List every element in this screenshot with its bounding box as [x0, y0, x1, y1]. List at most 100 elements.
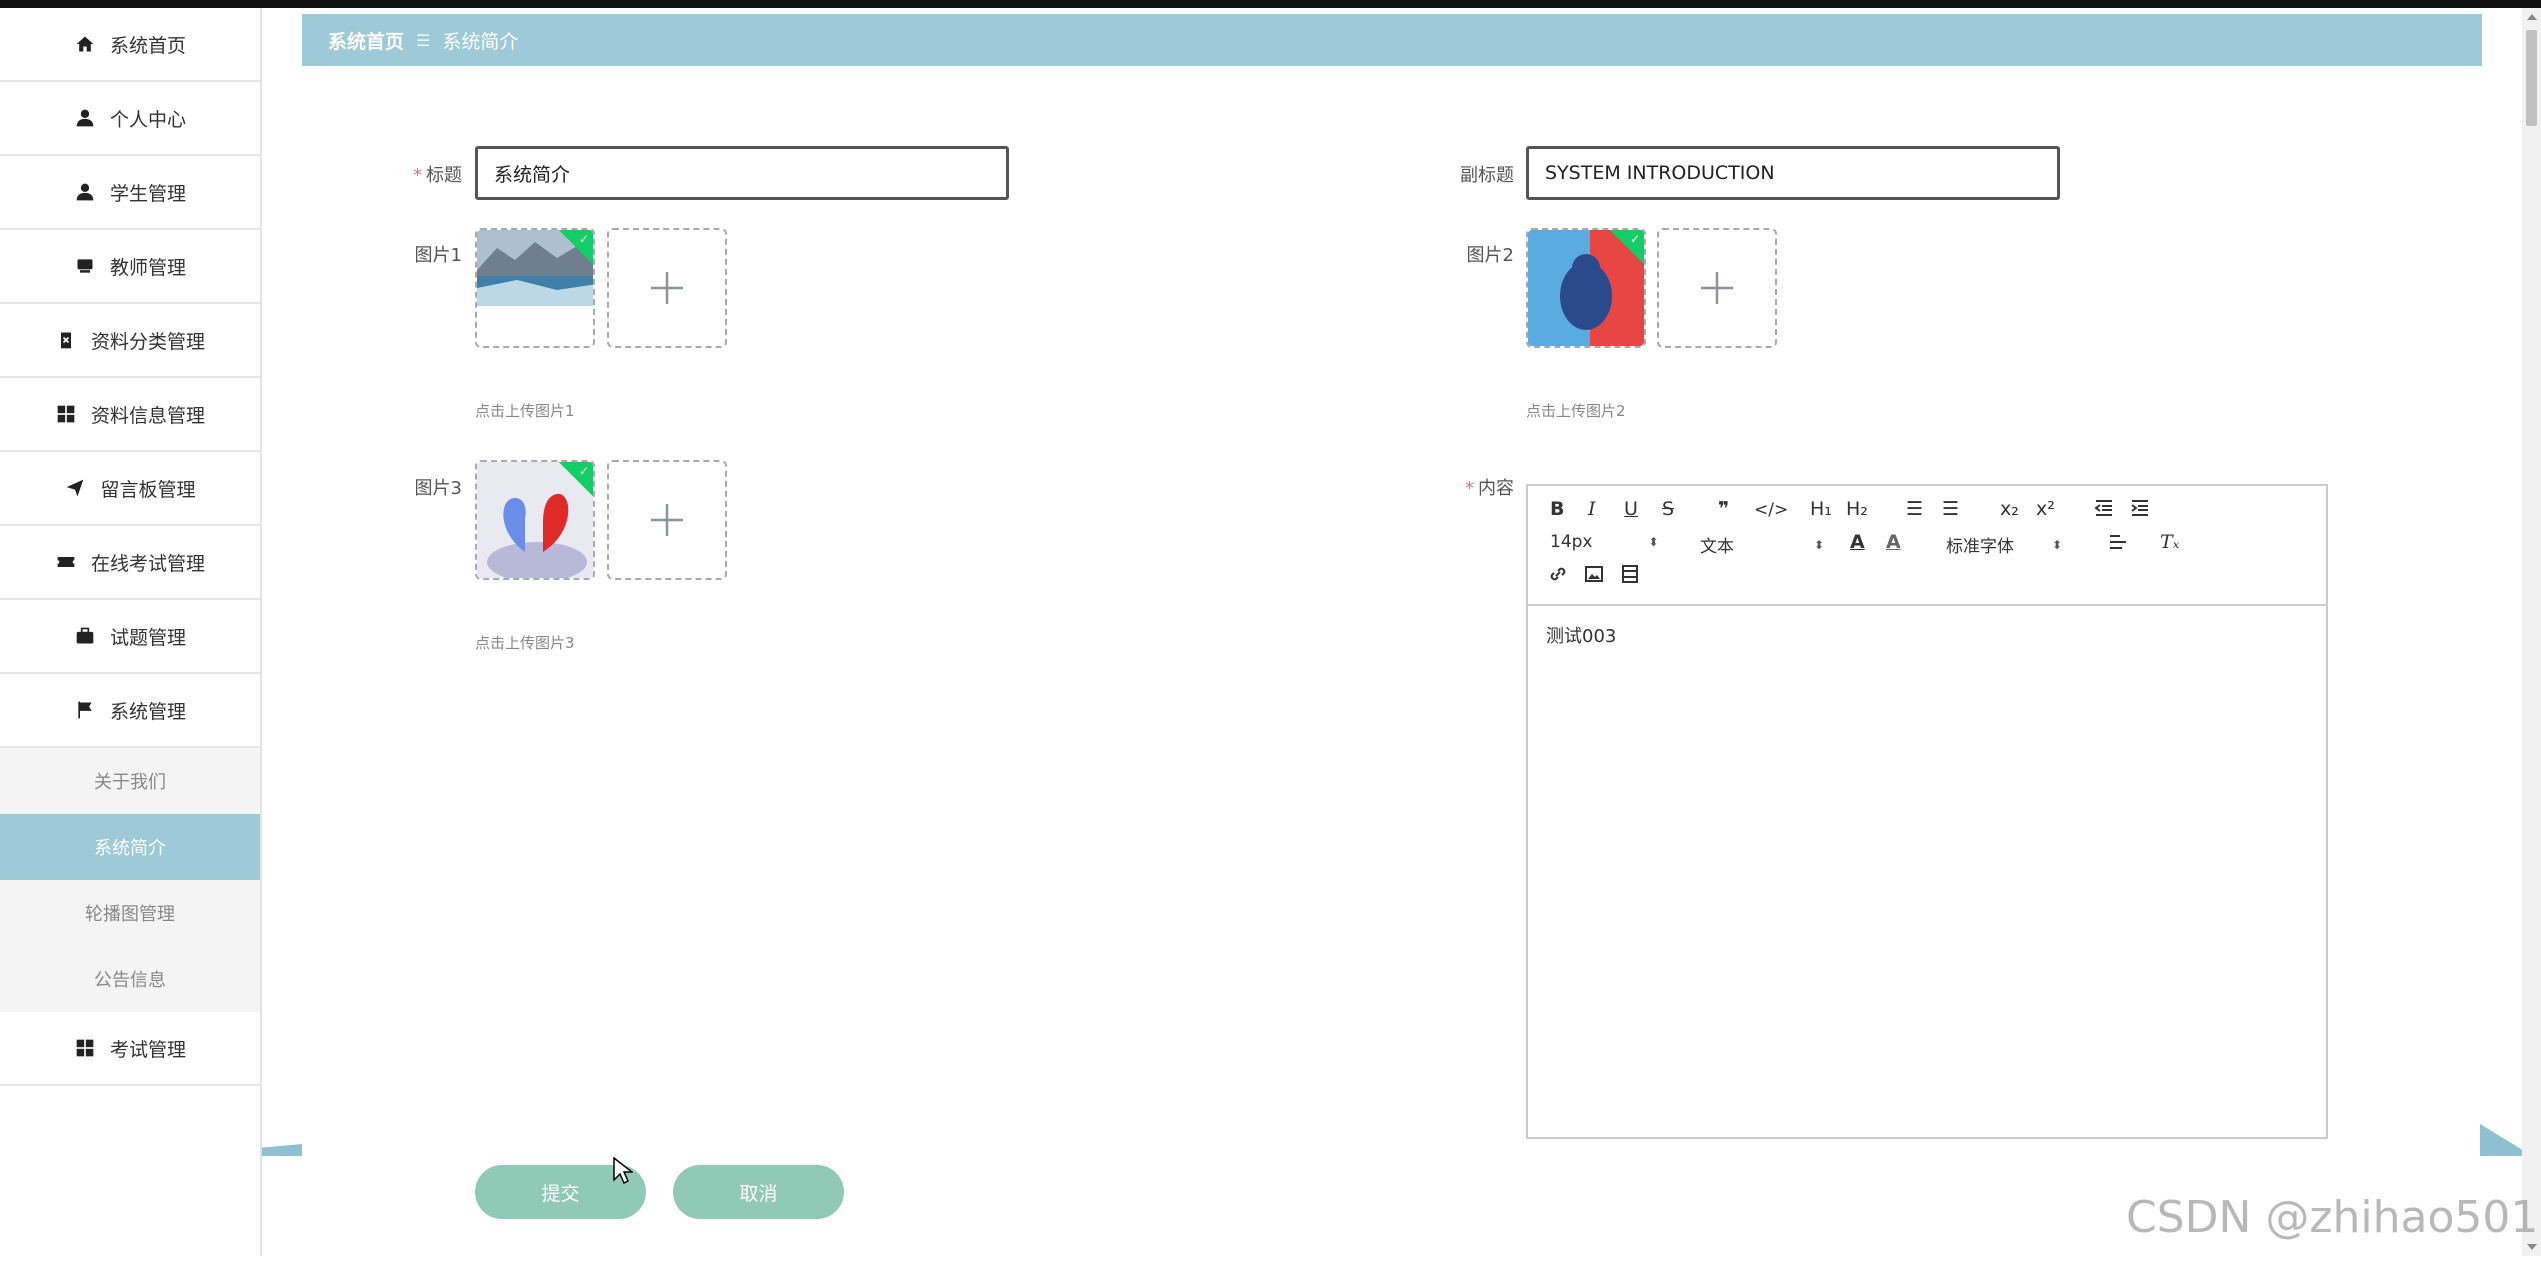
briefcase-icon	[74, 625, 96, 647]
video-icon[interactable]	[1620, 564, 1640, 584]
sidebar-item-message-board[interactable]: 留言板管理	[0, 452, 260, 526]
check-icon: ✓	[578, 464, 589, 478]
title-label-text: 标题	[426, 165, 462, 186]
breadcrumb: 系统首页 ☰ 系统简介	[302, 14, 2482, 66]
watermark-text: CSDN @zhihao501	[2126, 1192, 2539, 1243]
header-2-button[interactable]: H₂	[1846, 498, 1868, 520]
image-icon[interactable]	[1584, 564, 1604, 584]
decorative-shape	[262, 1144, 302, 1156]
sidebar-item-students[interactable]: 学生管理	[0, 156, 260, 230]
editor-toolbar: B I U S ❞ </> H₁ H₂ ☰ ☰ x₂ x² 14px ⬍ 文本 ⬍ …	[1528, 486, 2326, 606]
sidebar-subitem-announcements[interactable]: 公告信息	[0, 946, 260, 1012]
user-icon	[74, 181, 96, 203]
sidebar-item-material-info[interactable]: 资料信息管理	[0, 378, 260, 452]
subtitle-input[interactable]	[1526, 146, 2060, 200]
indent-icon[interactable]	[2130, 498, 2150, 518]
select-arrows-icon: ⬍	[2052, 537, 2063, 552]
title-input[interactable]	[475, 146, 1009, 200]
sidebar-item-label: 试题管理	[109, 626, 186, 649]
content-label: * 内容	[1440, 474, 1514, 500]
subscript-button[interactable]: x₂	[2000, 498, 2019, 520]
bullet-list-button[interactable]: ☰	[1942, 498, 1959, 520]
rich-text-editor: B I U S ❞ </> H₁ H₂ ☰ ☰ x₂ x² 14px ⬍ 文本 ⬍ …	[1526, 484, 2328, 1139]
scroll-up-icon[interactable]	[2527, 14, 2537, 20]
plus-icon	[651, 504, 683, 536]
scroll-down-icon[interactable]	[2527, 1244, 2537, 1250]
underline-button[interactable]: U	[1624, 498, 1638, 520]
header-select[interactable]: 文本 ⬍	[1700, 532, 1824, 557]
breadcrumb-home-link[interactable]: 系统首页	[328, 27, 404, 54]
ordered-list-button[interactable]: ☰	[1906, 498, 1923, 520]
sidebar-item-system[interactable]: 系统管理	[0, 674, 260, 748]
image1-thumbnail[interactable]: ✓	[475, 228, 595, 348]
sidebar: 系统首页 个人中心 学生管理 教师管理 资料分类管理 资料信息管理 留言板管理 …	[0, 8, 262, 1256]
sidebar-item-label: 在线考试管理	[90, 552, 205, 575]
image1-label: 图片1	[414, 245, 462, 266]
font-family-value: 标准字体	[1946, 537, 2014, 557]
flag-icon	[74, 699, 96, 721]
superscript-button[interactable]: x²	[2036, 498, 2055, 520]
image2-thumbnail[interactable]: ✓	[1526, 228, 1646, 348]
sidebar-submenu: 关于我们 系统简介 轮播图管理 公告信息	[0, 748, 260, 1012]
image2-upload-button[interactable]	[1657, 228, 1777, 348]
font-family-select[interactable]: 标准字体 ⬍	[1946, 532, 2062, 557]
clear-format-button[interactable]: Tₓ	[2160, 531, 2179, 553]
sidebar-item-label: 教师管理	[109, 256, 186, 279]
image1-hint: 点击上传图片1	[475, 402, 575, 420]
editor-content[interactable]: 测试003	[1528, 606, 2326, 664]
sidebar-subitem-system-intro[interactable]: 系统简介	[0, 814, 260, 880]
sidebar-item-material-category[interactable]: 资料分类管理	[0, 304, 260, 378]
strikethrough-button[interactable]: S	[1662, 498, 1674, 520]
image3-thumbnail[interactable]: ✓	[475, 460, 595, 580]
check-icon: ✓	[1629, 232, 1640, 246]
send-icon	[64, 477, 86, 499]
vertical-scrollbar[interactable]	[2522, 8, 2541, 1256]
sidebar-subitem-carousel[interactable]: 轮播图管理	[0, 880, 260, 946]
ticket-icon	[55, 551, 77, 573]
font-size-value: 14px	[1550, 532, 1593, 552]
header-1-button[interactable]: H₁	[1810, 498, 1832, 520]
scrollbar-thumb[interactable]	[2526, 30, 2537, 126]
sidebar-item-label: 学生管理	[109, 182, 186, 205]
cancel-button[interactable]: 取消	[673, 1165, 844, 1219]
user-icon	[74, 107, 96, 129]
select-arrows-icon: ⬍	[1814, 537, 1825, 552]
plus-icon	[1701, 272, 1733, 304]
font-size-select[interactable]: 14px ⬍	[1550, 532, 1659, 552]
sidebar-item-personal-center[interactable]: 个人中心	[0, 82, 260, 156]
text-color-button[interactable]: A	[1850, 531, 1865, 553]
window-top-bar	[0, 0, 2541, 8]
sidebar-item-label: 资料信息管理	[90, 404, 205, 427]
align-left-icon[interactable]	[2108, 532, 2128, 552]
sidebar-item-label: 系统管理	[109, 700, 186, 723]
blockquote-button[interactable]: ❞	[1718, 498, 1729, 520]
italic-button[interactable]: I	[1588, 498, 1596, 520]
check-icon: ✓	[578, 232, 589, 246]
sidebar-subitem-about-us[interactable]: 关于我们	[0, 748, 260, 814]
sidebar-item-home[interactable]: 系统首页	[0, 8, 260, 82]
background-color-button[interactable]: A	[1886, 531, 1901, 553]
breadcrumb-separator-icon: ☰	[416, 30, 431, 50]
plus-icon	[651, 272, 683, 304]
sidebar-item-exam-management[interactable]: 考试管理	[0, 1012, 260, 1086]
sidebar-item-label: 资料分类管理	[90, 330, 205, 353]
image1-upload-button[interactable]	[607, 228, 727, 348]
bold-button[interactable]: B	[1550, 498, 1564, 520]
monitor-icon	[74, 255, 96, 277]
sidebar-item-questions[interactable]: 试题管理	[0, 600, 260, 674]
image2-label: 图片2	[1466, 245, 1514, 266]
outdent-icon[interactable]	[2094, 498, 2114, 518]
image2-hint: 点击上传图片2	[1526, 402, 1626, 420]
image3-upload-button[interactable]	[607, 460, 727, 580]
subtitle-label: 副标题	[1460, 165, 1514, 186]
select-arrows-icon: ⬍	[1648, 535, 1659, 549]
sidebar-item-label: 个人中心	[109, 108, 186, 131]
decorative-shape	[2480, 1124, 2522, 1156]
grid-icon	[55, 403, 77, 425]
code-block-button[interactable]: </>	[1754, 500, 1788, 520]
required-asterisk: *	[413, 165, 422, 186]
clipboard-icon	[55, 329, 77, 351]
link-icon[interactable]	[1548, 564, 1568, 584]
sidebar-item-teachers[interactable]: 教师管理	[0, 230, 260, 304]
sidebar-item-online-exam[interactable]: 在线考试管理	[0, 526, 260, 600]
